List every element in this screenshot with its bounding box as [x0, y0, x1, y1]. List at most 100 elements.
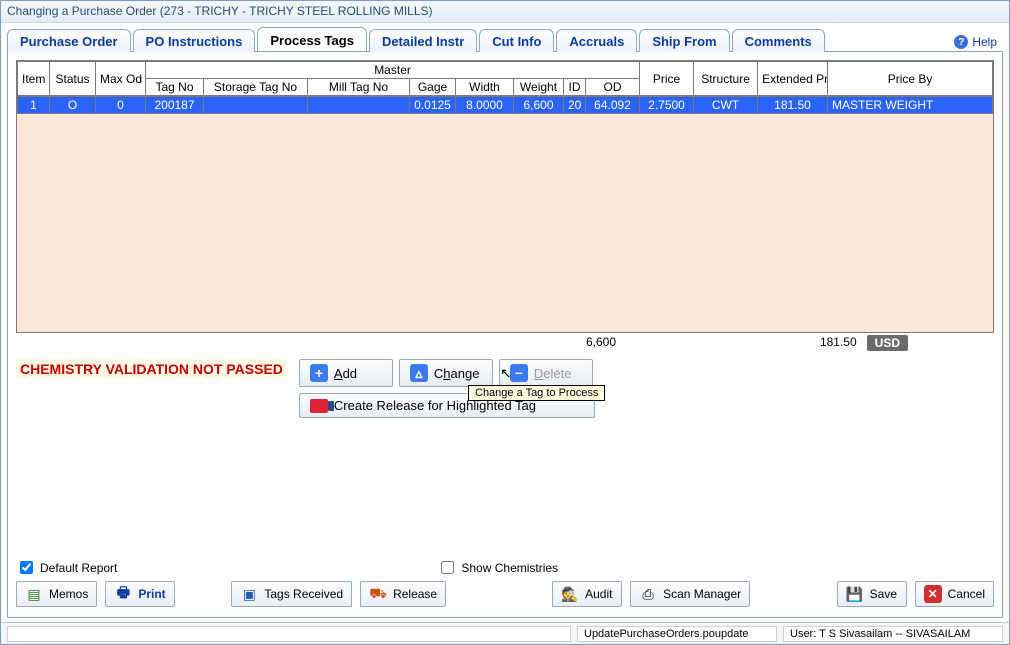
release-label: Release	[393, 587, 437, 601]
col-status[interactable]: Status	[50, 62, 96, 96]
window-title: Changing a Purchase Order (273 - TRICHY …	[1, 1, 1009, 23]
col-structure[interactable]: Structure	[694, 62, 758, 96]
total-ext-price: 181.50	[807, 335, 867, 351]
plus-icon: +	[310, 364, 328, 382]
tags-received-label: Tags Received	[264, 587, 343, 601]
print-label: Print	[138, 587, 165, 601]
release-button[interactable]: ⛟ Release	[360, 581, 446, 607]
tab-process-tags[interactable]: Process Tags	[257, 27, 367, 51]
tab-comments[interactable]: Comments	[732, 29, 825, 52]
mid-actions-row: CHEMISTRY VALIDATION NOT PASSED + Add ▵ …	[16, 359, 994, 418]
cell-mill-tag-no	[308, 97, 410, 114]
tab-ship-from[interactable]: Ship From	[639, 29, 729, 52]
cell-weight: 6,600	[514, 97, 564, 114]
default-report-input[interactable]	[20, 561, 33, 574]
grid-totals-row: 6,600 181.50 USD	[16, 333, 994, 357]
cancel-icon: ✕	[924, 585, 942, 603]
help-label: Help	[972, 35, 997, 49]
tags-received-button[interactable]: ▣ Tags Received	[231, 581, 352, 607]
detective-icon: 🕵	[561, 585, 579, 603]
add-button[interactable]: + Add	[299, 359, 393, 387]
col-item[interactable]: Item	[18, 62, 50, 96]
grid-body: 1 O 0 200187 0.0125 8.0000 6,600 20 64	[17, 96, 993, 114]
validation-message: CHEMISTRY VALIDATION NOT PASSED	[16, 359, 287, 379]
table-row[interactable]: 1 O 0 200187 0.0125 8.0000 6,600 20 64	[18, 97, 993, 114]
col-weight[interactable]: Weight	[514, 79, 564, 96]
process-tags-grid[interactable]: Item Status Max Od Master Price Structur…	[16, 60, 994, 333]
tab-po-instructions[interactable]: PO Instructions	[133, 29, 256, 52]
truck-small-icon: ⛟	[369, 585, 387, 603]
col-price-by[interactable]: Price By	[828, 62, 993, 96]
print-button[interactable]: 🖶 Print	[105, 581, 175, 607]
help-link[interactable]: ? Help	[948, 33, 1003, 51]
change-label: Change	[434, 366, 480, 381]
col-mill-tag-no[interactable]: Mill Tag No	[308, 79, 410, 96]
col-ext-price[interactable]: Extended Price	[758, 62, 828, 96]
col-price[interactable]: Price	[640, 62, 694, 96]
truck-icon	[310, 399, 328, 413]
col-tag-no[interactable]: Tag No	[146, 79, 204, 96]
col-gage[interactable]: Gage	[410, 79, 456, 96]
col-id[interactable]: ID	[564, 79, 586, 96]
col-max-od[interactable]: Max Od	[96, 62, 146, 96]
scan-manager-button[interactable]: ⎙ Scan Manager	[630, 581, 750, 607]
cell-od: 64.092	[586, 97, 640, 114]
cell-storage-tag-no	[204, 97, 308, 114]
cell-price: 2.7500	[640, 97, 694, 114]
arrow-up-icon: ▵	[410, 364, 428, 382]
save-button[interactable]: 💾 Save	[837, 581, 907, 607]
cell-width: 8.0000	[456, 97, 514, 114]
cell-tag-no: 200187	[146, 97, 204, 114]
delete-button[interactable]: − Delete	[499, 359, 593, 387]
cancel-label: Cancel	[948, 587, 985, 601]
cell-price-by: MASTER WEIGHT	[828, 97, 993, 114]
footer-button-bar: ▤ Memos 🖶 Print ▣ Tags Received ⛟ Releas…	[16, 577, 994, 609]
default-report-label: Default Report	[40, 561, 117, 575]
show-chemistries-label: Show Chemistries	[461, 561, 558, 575]
tab-accruals[interactable]: Accruals	[556, 29, 637, 52]
default-report-checkbox[interactable]: Default Report	[16, 558, 117, 577]
help-icon: ?	[954, 35, 968, 49]
status-center: UpdatePurchaseOrders.poupdate	[577, 626, 777, 642]
change-button[interactable]: ▵ Change	[399, 359, 493, 387]
status-bar: UpdatePurchaseOrders.poupdate User: T S …	[1, 622, 1009, 644]
cancel-button[interactable]: ✕ Cancel	[915, 581, 994, 607]
audit-label: Audit	[585, 587, 612, 601]
col-width[interactable]: Width	[456, 79, 514, 96]
note-icon: ▤	[25, 585, 43, 603]
currency-badge: USD	[867, 335, 908, 351]
tab-detailed-instr[interactable]: Detailed Instr	[369, 29, 477, 52]
save-label: Save	[870, 587, 897, 601]
scan-manager-label: Scan Manager	[663, 587, 741, 601]
delete-label: Delete	[534, 366, 572, 381]
show-chemistries-input[interactable]	[441, 561, 454, 574]
cell-ext-price: 181.50	[758, 97, 828, 114]
options-row: Default Report Show Chemistries	[16, 552, 994, 577]
grid-body-area: 1 O 0 200187 0.0125 8.0000 6,600 20 64	[17, 96, 993, 332]
cell-gage: 0.0125	[410, 97, 456, 114]
tooltip-change: Change a Tag to Process	[468, 385, 605, 401]
status-right: User: T S Sivasailam -- SIVASAILAM	[783, 626, 1003, 642]
save-icon: 💾	[846, 585, 864, 603]
add-label: Add	[334, 366, 357, 381]
grid-header: Item Status Max Od Master Price Structur…	[17, 61, 993, 96]
cell-max-od: 0	[96, 97, 146, 114]
memos-button[interactable]: ▤ Memos	[16, 581, 97, 607]
total-weight: 6,600	[571, 335, 631, 351]
memos-label: Memos	[49, 587, 88, 601]
cell-id: 20	[564, 97, 586, 114]
audit-button[interactable]: 🕵 Audit	[552, 581, 622, 607]
col-master-group: Master	[146, 62, 640, 79]
tab-cut-info[interactable]: Cut Info	[479, 29, 554, 52]
content-area: Purchase Order PO Instructions Process T…	[1, 23, 1009, 622]
app-window: Changing a Purchase Order (273 - TRICHY …	[0, 0, 1010, 645]
scanner-icon: ⎙	[639, 585, 657, 603]
tab-purchase-order[interactable]: Purchase Order	[7, 29, 131, 52]
tag-icon: ▣	[240, 585, 258, 603]
printer-icon: 🖶	[114, 585, 132, 603]
cell-structure: CWT	[694, 97, 758, 114]
col-storage-tag-no[interactable]: Storage Tag No	[204, 79, 308, 96]
show-chemistries-checkbox[interactable]: Show Chemistries	[437, 558, 558, 577]
col-od[interactable]: OD	[586, 79, 640, 96]
tab-strip: Purchase Order PO Instructions Process T…	[7, 27, 1003, 51]
